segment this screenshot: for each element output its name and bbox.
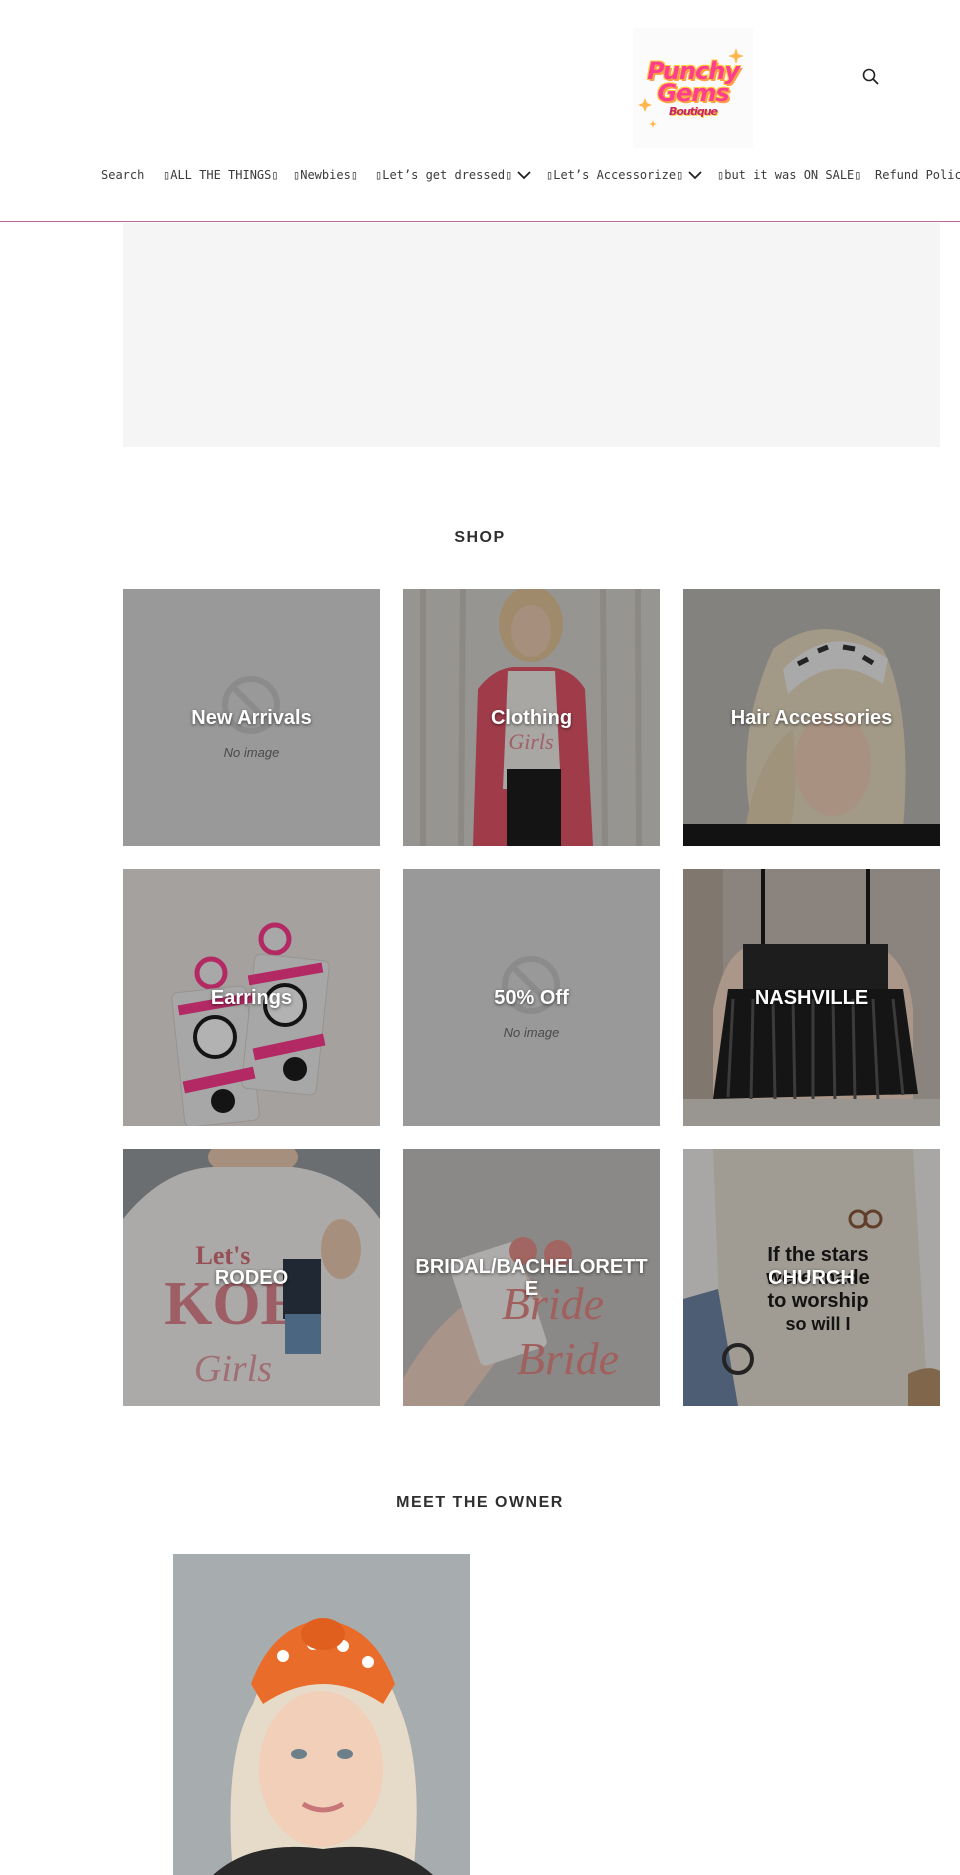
- collection-tile-new-arrivals[interactable]: No image New Arrivals: [123, 589, 380, 846]
- logo-text-line3: Boutique: [669, 105, 718, 118]
- collection-label: CHURCH: [768, 1266, 855, 1289]
- owner-section-title: MEET THE OWNER: [396, 1494, 564, 1511]
- logo-text-line2: Gems: [657, 79, 729, 107]
- collection-label: Hair Accessories: [730, 706, 893, 729]
- nav-item-newbies[interactable]: ▯ Newbies ▯: [293, 164, 358, 186]
- collection-label: Clothing: [490, 706, 573, 729]
- search-button[interactable]: [860, 66, 882, 88]
- collection-tile-50-off[interactable]: No image 50% Off: [403, 869, 660, 1126]
- emoji-placeholder-icon: ▯: [350, 168, 359, 182]
- emoji-placeholder-icon: ▯: [163, 168, 171, 182]
- collection-tile-church[interactable]: If the stars were made to worship so wil…: [683, 1149, 940, 1406]
- emoji-placeholder-icon: ▯: [717, 168, 725, 182]
- collection-tile-bridal-bachelorette[interactable]: Bride Bride BRIDAL/BACHELORETTE: [403, 1149, 660, 1406]
- nav-item-label: but it was ON SALE: [724, 168, 855, 182]
- nav-item-label: Search: [101, 168, 145, 182]
- nav-item-label: Newbies: [300, 168, 351, 182]
- collection-label: BRIDAL/BACHELORETTE: [415, 1255, 648, 1300]
- emoji-placeholder-icon: ▯: [505, 168, 513, 182]
- store-logo[interactable]: Punchy Gems Boutique: [633, 28, 753, 148]
- shop-section-title: SHOP: [454, 529, 506, 546]
- collection-label: NASHVILLE: [754, 986, 869, 1009]
- nav-item-label: Let’s get dressed: [382, 168, 506, 182]
- search-icon: [862, 68, 879, 85]
- chevron-down-icon: [688, 171, 702, 180]
- collection-tile-earrings[interactable]: Earrings: [123, 869, 380, 1126]
- site-header: Punchy Gems Boutique Search ▯ ALL THE THI…: [0, 0, 960, 222]
- collection-label: RODEO: [214, 1266, 289, 1289]
- nav-item-lets-accessorize[interactable]: ▯ Let’s Accessorize ▯: [546, 164, 703, 186]
- nav-item-all-the-things[interactable]: ▯ ALL THE THINGS ▯: [163, 164, 279, 186]
- nav-item-label: Let’s Accessorize: [553, 168, 677, 182]
- main-navigation: Search ▯ ALL THE THINGS ▯ ▯ Newbies ▯ ▯ Let’s…: [0, 164, 960, 188]
- collection-label: New Arrivals: [191, 706, 312, 729]
- owner-photo: [173, 1554, 470, 1875]
- emoji-placeholder-icon: ▯: [676, 168, 684, 182]
- nav-item-label: Refund Policy: [875, 168, 960, 182]
- emoji-placeholder-icon: ▯: [271, 168, 279, 182]
- chevron-down-icon: [517, 171, 531, 180]
- collection-label: 50% Off: [494, 986, 569, 1009]
- nav-item-on-sale[interactable]: ▯ but it was ON SALE ▯: [717, 164, 862, 186]
- emoji-placeholder-icon: ▯: [375, 168, 383, 182]
- nav-item-label: ALL THE THINGS: [170, 168, 272, 182]
- collection-tile-clothing[interactable]: Girls Clothing: [403, 589, 660, 846]
- nav-item-refund-policy[interactable]: Refund Policy: [875, 164, 960, 186]
- owner-image: [173, 1554, 470, 1875]
- collection-tile-hair-accessories[interactable]: Hair Accessories: [683, 589, 940, 846]
- emoji-placeholder-icon: ▯: [546, 168, 554, 182]
- collection-tile-nashville[interactable]: NASHVILLE: [683, 869, 940, 1126]
- nav-item-search[interactable]: Search: [101, 164, 144, 186]
- collection-label: Earrings: [210, 986, 293, 1009]
- hero-banner-placeholder: [123, 223, 940, 447]
- emoji-placeholder-icon: ▯: [293, 168, 301, 182]
- collection-tile-rodeo[interactable]: Let's KOE Girls RODEO: [123, 1149, 380, 1406]
- emoji-placeholder-icon: ▯: [854, 168, 862, 182]
- nav-item-lets-get-dressed[interactable]: ▯ Let’s get dressed ▯: [375, 164, 532, 186]
